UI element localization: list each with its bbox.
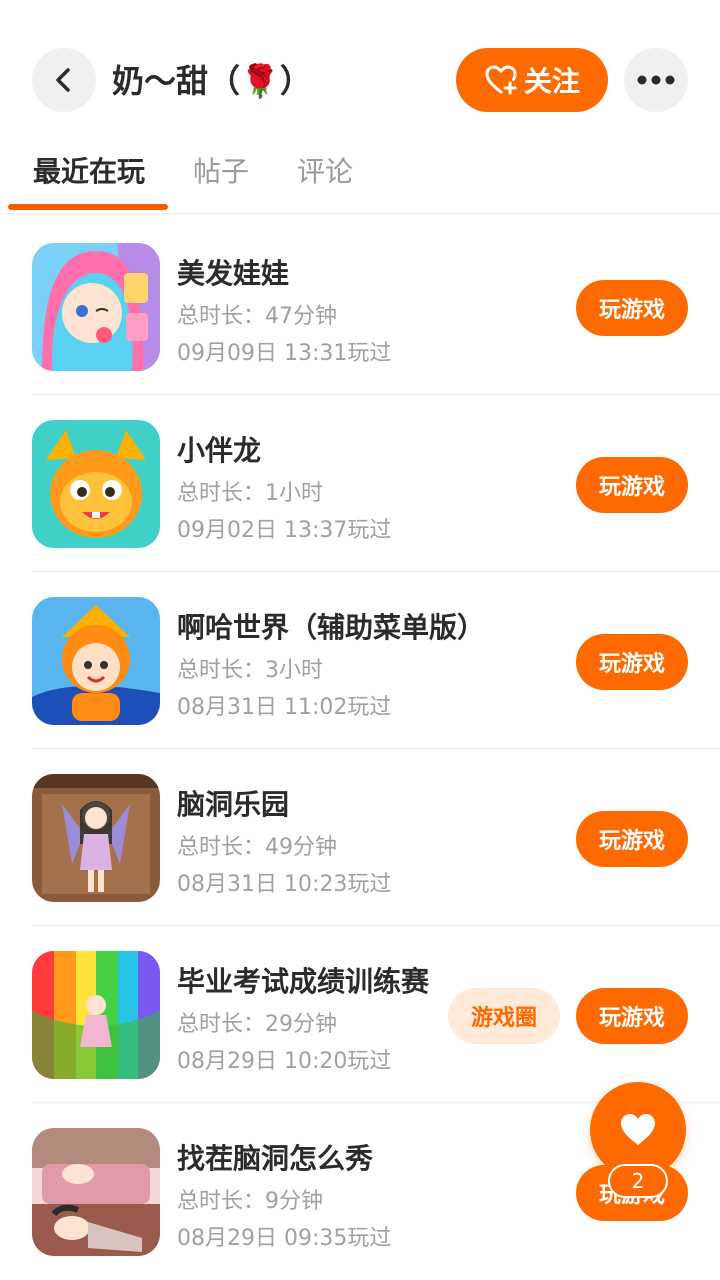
play-game-button[interactable]: 玩游戏 <box>576 634 688 690</box>
game-title: 脑洞乐园 <box>177 788 290 821</box>
tab-comments[interactable]: 评论 <box>297 150 353 190</box>
tiger-kid-icon[interactable] <box>32 597 160 725</box>
follow-label: 关注 <box>523 65 580 98</box>
game-row[interactable]: 美发娃娃 总时长：47分钟 09月09日 13:31玩过 玩游戏 <box>32 218 720 395</box>
game-last-played: 08月31日 11:02玩过 <box>177 695 392 720</box>
game-duration: 总时长：29分钟 <box>177 1012 337 1037</box>
username-title: 奶～甜（🌹） <box>112 62 312 100</box>
play-game-button[interactable]: 玩游戏 <box>576 988 688 1044</box>
game-last-played: 08月29日 10:20玩过 <box>177 1049 392 1074</box>
rainbow-stairs-icon[interactable] <box>32 951 160 1079</box>
tab-posts[interactable]: 帖子 <box>193 150 249 190</box>
follow-button[interactable]: 关注 <box>456 48 608 112</box>
game-title: 毕业考试成绩训练赛 <box>177 965 430 998</box>
play-game-button[interactable]: 玩游戏 <box>576 811 688 867</box>
game-duration: 总时长：3小时 <box>177 658 323 683</box>
game-last-played: 08月31日 10:23玩过 <box>177 872 392 897</box>
game-duration: 总时长：9分钟 <box>177 1189 323 1214</box>
heart-icon <box>621 1114 655 1145</box>
game-duration: 总时长：1小时 <box>177 481 323 506</box>
tab-bar: 最近在玩 帖子 评论 <box>0 140 720 214</box>
play-game-button[interactable]: 玩游戏 <box>576 280 688 336</box>
game-last-played: 08月29日 09:35玩过 <box>177 1226 392 1251</box>
game-duration: 总时长：47分钟 <box>177 304 337 329</box>
game-row[interactable]: 小伴龙 总时长：1小时 09月02日 13:37玩过 玩游戏 <box>32 395 720 572</box>
more-dots-icon <box>637 75 675 85</box>
back-button[interactable] <box>32 48 96 112</box>
game-last-played: 09月02日 13:37玩过 <box>177 518 392 543</box>
chevron-left-icon <box>56 68 70 92</box>
game-title: 啊哈世界（辅助菜单版） <box>177 611 486 644</box>
girl-room-icon[interactable] <box>32 774 160 902</box>
active-tab-indicator <box>8 204 168 210</box>
more-button[interactable] <box>624 48 688 112</box>
game-title: 小伴龙 <box>177 434 262 467</box>
game-title: 美发娃娃 <box>177 257 290 290</box>
tab-recent-playing[interactable]: 最近在玩 <box>33 150 145 190</box>
like-count-badge: 2 <box>608 1164 668 1198</box>
game-row[interactable]: 啊哈世界（辅助菜单版） 总时长：3小时 08月31日 11:02玩过 玩游戏 <box>32 572 720 749</box>
dragon-icon[interactable] <box>32 420 160 548</box>
play-game-button[interactable]: 玩游戏 <box>576 457 688 513</box>
doll-hair-icon[interactable] <box>32 243 160 371</box>
game-circle-button[interactable]: 游戏圈 <box>448 988 560 1044</box>
game-title: 找茬脑洞怎么秀 <box>177 1142 374 1175</box>
profile-header: 奶～甜（🌹） 关注 <box>0 0 720 160</box>
heart-plus-icon <box>485 65 517 95</box>
game-row[interactable]: 毕业考试成绩训练赛 总时长：29分钟 08月29日 10:20玩过 游戏圈 玩游… <box>32 926 720 1103</box>
game-duration: 总时长：49分钟 <box>177 835 337 860</box>
game-last-played: 09月09日 13:31玩过 <box>177 341 392 366</box>
game-row[interactable]: 脑洞乐园 总时长：49分钟 08月31日 10:23玩过 玩游戏 <box>32 749 720 926</box>
bedroom-scene-icon[interactable] <box>32 1128 160 1256</box>
